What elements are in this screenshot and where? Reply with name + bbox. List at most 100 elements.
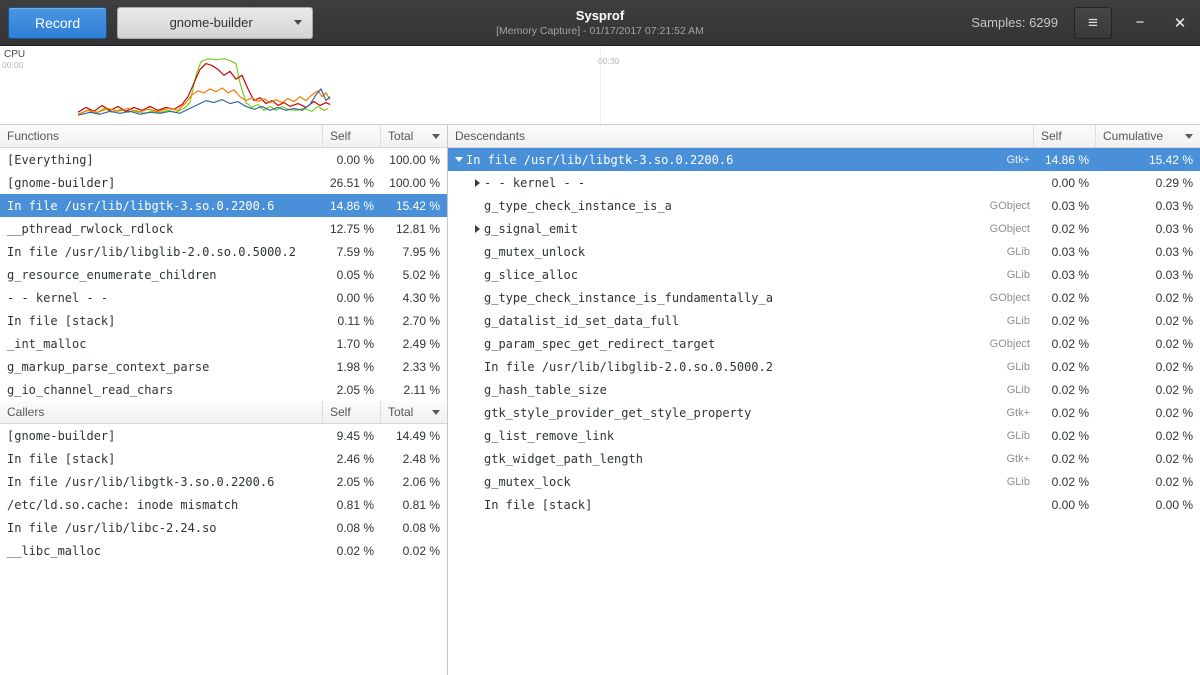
table-row[interactable]: g_markup_parse_context_parse1.98 %2.33 %: [0, 355, 447, 378]
tree-row[interactable]: g_mutex_unlockGLib0.03 %0.03 %: [448, 240, 1200, 263]
function-label: - - kernel - -: [484, 176, 585, 190]
table-row[interactable]: g_io_channel_read_chars2.05 %2.11 %: [0, 378, 447, 401]
table-row[interactable]: In file [stack]0.11 %2.70 %: [0, 309, 447, 332]
function-name-cell: g_hash_table_size: [448, 383, 960, 397]
function-name-cell: g_mutex_lock: [448, 475, 960, 489]
column-functions-total[interactable]: Total: [381, 125, 447, 147]
function-name-cell: g_type_check_instance_is_fundamentally_a: [448, 291, 960, 305]
function-label: g_signal_emit: [484, 222, 578, 236]
table-row[interactable]: [gnome-builder]9.45 %14.49 %: [0, 424, 447, 447]
self-percent: 0.00 %: [1034, 498, 1096, 512]
column-functions-self[interactable]: Self: [323, 125, 381, 147]
triangle-right-icon: [475, 179, 480, 187]
function-label: g_mutex_unlock: [484, 245, 585, 259]
close-button[interactable]: ✕: [1168, 11, 1192, 35]
total-percent: 0.08 %: [381, 521, 447, 535]
table-row[interactable]: /etc/ld.so.cache: inode mismatch0.81 %0.…: [0, 493, 447, 516]
tree-row[interactable]: gtk_style_provider_get_style_propertyGtk…: [448, 401, 1200, 424]
table-row[interactable]: _int_malloc1.70 %2.49 %: [0, 332, 447, 355]
column-callers[interactable]: Callers: [0, 401, 323, 423]
tree-row[interactable]: g_hash_table_sizeGLib0.02 %0.02 %: [448, 378, 1200, 401]
total-percent: 0.81 %: [381, 498, 447, 512]
tree-row[interactable]: g_type_check_instance_is_fundamentally_a…: [448, 286, 1200, 309]
expander-icon[interactable]: [452, 157, 466, 162]
tree-row[interactable]: g_param_spec_get_redirect_targetGObject0…: [448, 332, 1200, 355]
self-percent: 0.03 %: [1034, 199, 1096, 213]
total-percent: 7.95 %: [381, 245, 447, 259]
total-percent: 2.33 %: [381, 360, 447, 374]
function-name-cell: g_datalist_id_set_data_full: [448, 314, 960, 328]
table-row[interactable]: [gnome-builder]26.51 %100.00 %: [0, 171, 447, 194]
header-right-controls: Samples: 6299 ≡ − ✕: [971, 7, 1192, 39]
table-row[interactable]: In file /usr/lib/libglib-2.0.so.0.5000.2…: [0, 240, 447, 263]
function-name: In file /usr/lib/libgtk-3.so.0.2200.6: [0, 199, 323, 213]
cumulative-percent: 0.03 %: [1096, 268, 1200, 282]
table-row[interactable]: In file /usr/lib/libc-2.24.so0.08 %0.08 …: [0, 516, 447, 539]
function-name: In file [stack]: [0, 314, 323, 328]
column-descendants-self[interactable]: Self: [1034, 125, 1096, 147]
minimize-button[interactable]: −: [1128, 11, 1152, 35]
function-name: In file /usr/lib/libgtk-3.so.0.2200.6: [0, 475, 323, 489]
function-name-cell: In file [stack]: [448, 498, 960, 512]
function-label: In file [stack]: [484, 498, 592, 512]
expander-icon[interactable]: [470, 179, 484, 187]
tree-row[interactable]: g_signal_emitGObject0.02 %0.03 %: [448, 217, 1200, 240]
self-percent: 0.02 %: [1034, 429, 1096, 443]
total-percent: 14.49 %: [381, 429, 447, 443]
column-descendants[interactable]: Descendants: [448, 125, 1034, 147]
self-percent: 0.02 %: [1034, 291, 1096, 305]
table-row[interactable]: In file /usr/lib/libgtk-3.so.0.2200.62.0…: [0, 470, 447, 493]
cumulative-percent: 0.02 %: [1096, 452, 1200, 466]
self-percent: 14.86 %: [323, 199, 381, 213]
functions-table-header: Functions Self Total: [0, 125, 447, 148]
expander-icon[interactable]: [470, 225, 484, 233]
function-name: /etc/ld.so.cache: inode mismatch: [0, 498, 323, 512]
column-descendants-cumulative[interactable]: Cumulative: [1096, 125, 1200, 147]
menu-button[interactable]: ≡: [1074, 7, 1112, 39]
tree-row[interactable]: In file /usr/lib/libgtk-3.so.0.2200.6Gtk…: [448, 148, 1200, 171]
cpu-graph[interactable]: CPU 00:00 00:30: [0, 46, 1200, 125]
cumulative-percent: 15.42 %: [1096, 153, 1200, 167]
tree-row[interactable]: g_type_check_instance_is_aGObject0.03 %0…: [448, 194, 1200, 217]
total-percent: 5.02 %: [381, 268, 447, 282]
cumulative-percent: 0.02 %: [1096, 383, 1200, 397]
table-row[interactable]: g_resource_enumerate_children0.05 %5.02 …: [0, 263, 447, 286]
tree-row[interactable]: g_slice_allocGLib0.03 %0.03 %: [448, 263, 1200, 286]
function-name-cell: gtk_widget_path_length: [448, 452, 960, 466]
table-row[interactable]: In file [stack]2.46 %2.48 %: [0, 447, 447, 470]
tree-row[interactable]: gtk_widget_path_lengthGtk+0.02 %0.02 %: [448, 447, 1200, 470]
tree-row[interactable]: In file /usr/lib/libglib-2.0.so.0.5000.2…: [448, 355, 1200, 378]
self-percent: 0.00 %: [323, 153, 381, 167]
tree-row[interactable]: In file [stack]0.00 %0.00 %: [448, 493, 1200, 516]
column-callers-self[interactable]: Self: [323, 401, 381, 423]
tree-row[interactable]: g_datalist_id_set_data_fullGLib0.02 %0.0…: [448, 309, 1200, 332]
cumulative-percent: 0.03 %: [1096, 245, 1200, 259]
process-selector-dropdown[interactable]: gnome-builder: [117, 7, 313, 39]
self-percent: 7.59 %: [323, 245, 381, 259]
cumulative-percent: 0.02 %: [1096, 406, 1200, 420]
library-category: Gtk+: [960, 407, 1034, 419]
tree-row[interactable]: - - kernel - -0.00 %0.29 %: [448, 171, 1200, 194]
hamburger-icon: ≡: [1088, 13, 1098, 33]
table-row[interactable]: __pthread_rwlock_rdlock12.75 %12.81 %: [0, 217, 447, 240]
table-row[interactable]: In file /usr/lib/libgtk-3.so.0.2200.614.…: [0, 194, 447, 217]
cumulative-percent: 0.02 %: [1096, 337, 1200, 351]
function-name-cell: gtk_style_provider_get_style_property: [448, 406, 960, 420]
total-percent: 0.02 %: [381, 544, 447, 558]
function-name: g_io_channel_read_chars: [0, 383, 323, 397]
tree-row[interactable]: g_list_remove_linkGLib0.02 %0.02 %: [448, 424, 1200, 447]
tree-row[interactable]: g_mutex_lockGLib0.02 %0.02 %: [448, 470, 1200, 493]
callers-table: [gnome-builder]9.45 %14.49 %In file [sta…: [0, 424, 447, 562]
function-name: [Everything]: [0, 153, 323, 167]
table-row[interactable]: - - kernel - -0.00 %4.30 %: [0, 286, 447, 309]
library-category: GObject: [960, 200, 1034, 212]
library-category: GObject: [960, 338, 1034, 350]
column-callers-total[interactable]: Total: [381, 401, 447, 423]
left-panel: Functions Self Total [Everything]0.00 %1…: [0, 125, 448, 675]
library-category: GObject: [960, 223, 1034, 235]
self-percent: 12.75 %: [323, 222, 381, 236]
table-row[interactable]: __libc_malloc0.02 %0.02 %: [0, 539, 447, 562]
column-functions[interactable]: Functions: [0, 125, 323, 147]
record-button[interactable]: Record: [8, 7, 107, 39]
table-row[interactable]: [Everything]0.00 %100.00 %: [0, 148, 447, 171]
